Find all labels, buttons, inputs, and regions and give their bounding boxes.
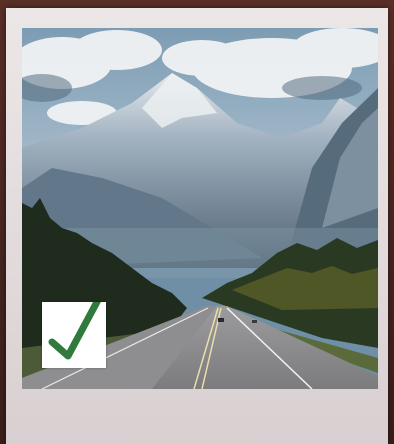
checkmark-icon <box>48 302 101 360</box>
scene <box>0 0 394 444</box>
car <box>252 320 257 323</box>
polaroid-frame <box>6 8 388 444</box>
car <box>218 318 224 322</box>
checkbox[interactable] <box>42 302 106 368</box>
